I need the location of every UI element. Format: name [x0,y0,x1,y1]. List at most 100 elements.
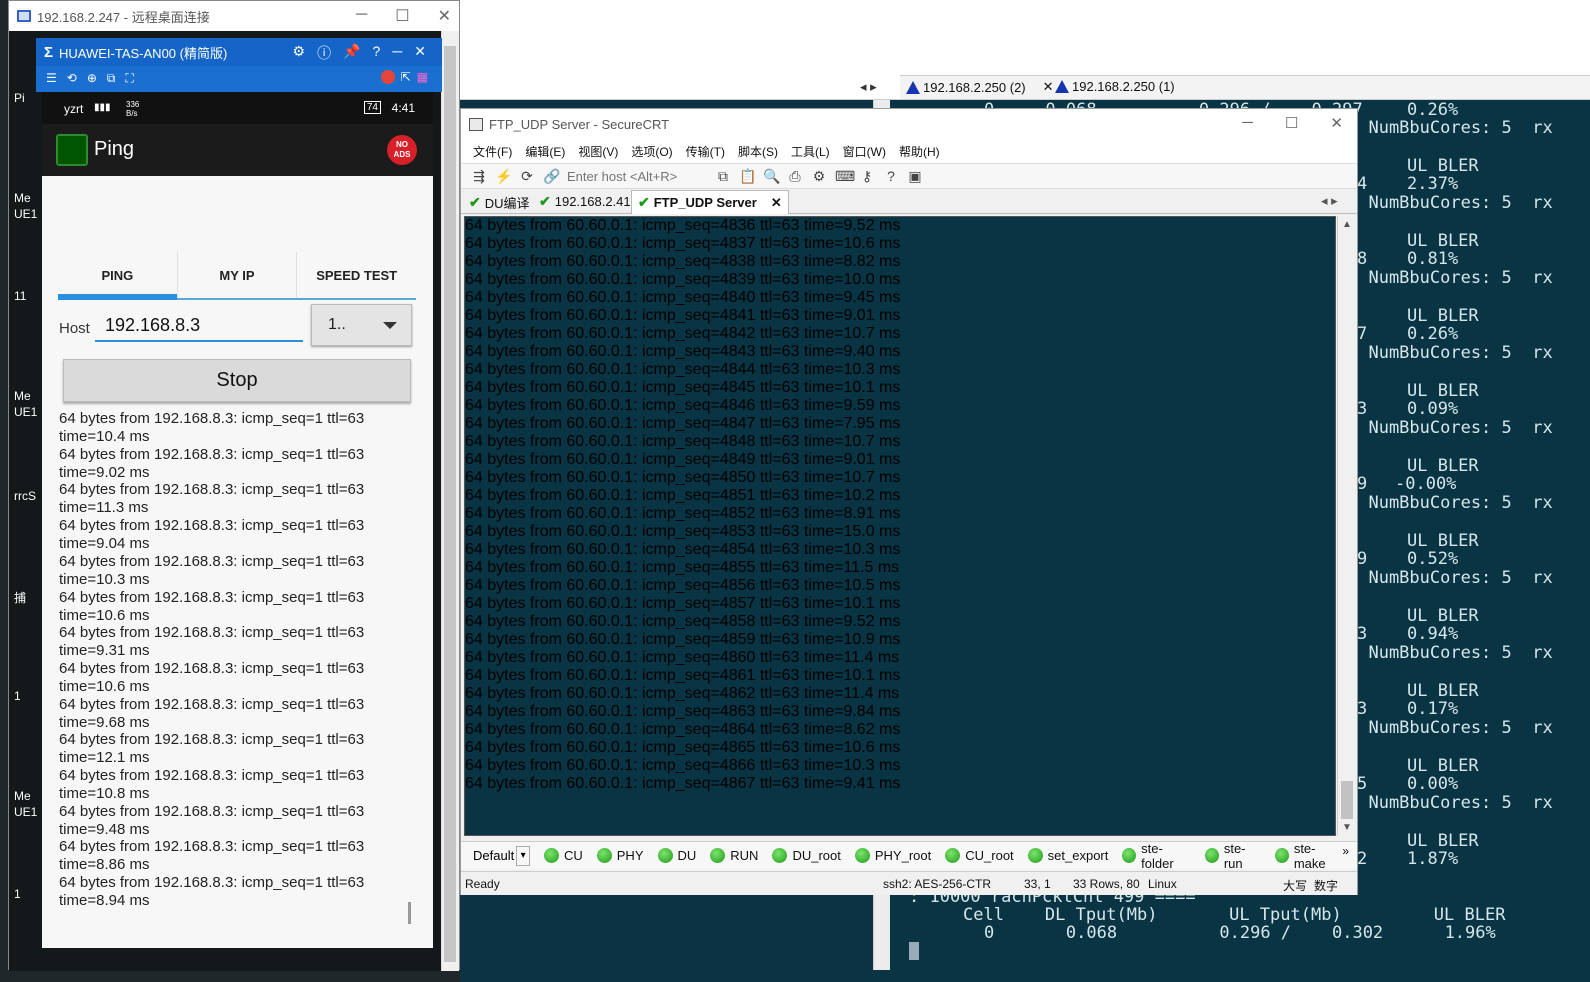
rdp-scroll-thumb[interactable] [444,46,456,962]
close-button[interactable]: ✕ [438,6,451,26]
button-bar-item[interactable]: ste-make [1275,841,1343,871]
button-bar-item[interactable]: DU_root [772,841,841,871]
session-tab-ftp-udp[interactable]: ✔ FTP_UDP Server ✕ [631,190,789,214]
settings-icon[interactable]: ⚙ [293,43,306,63]
menu-item[interactable]: 选项(O) [631,143,672,160]
connected-check-icon: ✔ [469,194,481,210]
print-icon[interactable]: ⎙ [787,168,803,184]
session-tab-ip[interactable]: ✔ 192.168.2.41 [539,193,631,210]
terminal-line: 64 bytes from 60.60.0.1: icmp_seq=4862 t… [465,685,900,702]
button-bar-item[interactable]: ste-run [1205,841,1261,871]
copy-icon[interactable]: ⧉ [715,168,731,184]
minimize-icon[interactable]: ─ [392,43,402,63]
host-label: Host [59,320,90,337]
button-bar-item[interactable]: ste-folder [1122,841,1191,871]
button-bar-item[interactable]: PHY [596,841,644,871]
minimize-button[interactable]: ─ [356,6,367,26]
mirror-titlebar: Σ HUAWEI-TAS-AN00 (精简版) ⚙ ⓘ 📌 ? ─ ✕ [36,38,442,66]
ping-line: 64 bytes from 192.168.8.3: icmp_seq=1 tt… [59,695,365,713]
quick-connect-icon[interactable]: ⚡ [495,168,512,184]
tab-nav-arrows[interactable]: ◂ ▸ [860,79,877,95]
menu-item[interactable]: 窗口(W) [843,143,886,160]
info-icon[interactable]: ⓘ [317,43,331,63]
list-item: 64 bytes from 192.168.8.3: icmp_seq=1 tt… [59,731,364,767]
tab-speed-test[interactable]: SPEED TEST [296,252,416,298]
ping-time: time=10.8 ms [59,785,150,802]
menu-item[interactable]: 编辑(E) [525,143,565,160]
close-icon[interactable]: ✕ [771,195,782,211]
find-icon[interactable]: 🔍 [763,168,780,184]
terminal-line: 64 bytes from 60.60.0.1: icmp_seq=4839 t… [465,271,901,288]
bg-tab-1[interactable]: 192.168.2.250 (2) ✕ [906,79,1054,95]
scroll-down-icon[interactable]: ▼ [1342,822,1352,833]
minimize-button[interactable]: ─ [1242,114,1253,132]
connect-icon[interactable]: ⇶ [471,168,487,184]
button-bar-item[interactable]: RUN [710,841,758,871]
background-tab-strip: ◂ ▸ 192.168.2.250 (2) ✕ 192.168.2.250 (1) [860,75,1590,99]
close-button[interactable]: ✕ [1330,114,1343,132]
stop-button[interactable]: Stop [63,359,411,402]
button-bar-label: CU [563,848,583,863]
scroll-up-icon[interactable]: ▲ [1342,219,1352,230]
maximize-button[interactable]: ☐ [1285,114,1298,132]
fullscreen-icon[interactable]: ⛶ [125,71,133,86]
terminal-scrollbar[interactable]: ▲ ▼ [1337,216,1356,836]
host-input[interactable] [95,310,303,342]
menu-item[interactable]: 脚本(S) [738,143,778,160]
menu-icon[interactable]: ☰ [46,71,57,86]
help-icon[interactable]: ? [373,43,381,63]
key-icon[interactable]: ⚷ [859,168,875,184]
ping-line: 64 bytes from 192.168.8.3: icmp_seq=1 tt… [59,802,365,820]
maximize-button[interactable]: ☐ [395,6,409,26]
cores-line: L NumBbuCores: 5 rx [1348,418,1553,438]
terminal-output[interactable]: 64 bytes from 60.60.0.1: icmp_seq=4836 t… [464,216,1336,836]
close-icon[interactable]: ✕ [414,43,426,63]
close-icon[interactable]: ✕ [1043,79,1054,95]
menu-item[interactable]: 帮助(H) [899,143,940,160]
ping-results-list[interactable]: 64 bytes from 192.168.8.3: icmp_seq=1 tt… [59,410,419,930]
button-bar-item[interactable]: DU [657,841,696,871]
share-icon[interactable]: ⇱ [401,70,411,84]
pin-icon[interactable]: 📌 [343,43,360,63]
ping-time: time=10.6 ms [59,677,150,695]
menu-item[interactable]: 视图(V) [578,143,618,160]
menu-item[interactable]: 传输(T) [686,143,725,160]
bler-value: 1.87% [1407,849,1459,869]
rotate-icon[interactable]: ⟲ [67,71,77,86]
bg-tab-2-label: 192.168.2.250 (1) [1072,79,1175,94]
zoom-icon[interactable]: ⊕ [87,71,97,86]
session-tab-du[interactable]: ✔ DU编译 [469,193,530,212]
ping-time: time=9.04 ms [59,535,150,553]
keymap-icon[interactable]: ⌨ [835,168,855,184]
app-logo-icon [56,134,88,166]
reconnect-icon[interactable]: ⟳ [519,168,535,184]
list-item: 64 bytes from 192.168.8.3: icmp_seq=1 tt… [59,589,364,625]
help-icon[interactable]: ? [883,168,899,184]
bg-tab-2[interactable]: 192.168.2.250 (1) [1055,79,1175,94]
grid-icon[interactable]: ▦ [417,70,428,84]
rdp-scrollbar[interactable] [441,31,459,971]
screenshot-icon[interactable]: ⧉ [107,71,116,86]
tab-ping[interactable]: PING [58,252,177,298]
button-bar-item[interactable]: set_export [1027,841,1108,871]
button-bar-item[interactable]: PHY_root [854,841,931,871]
more-buttons-icon[interactable]: » [1342,844,1349,858]
button-bar-item[interactable]: CU_root [945,841,1014,871]
link-icon[interactable]: 🔗 [543,168,560,184]
menu-item[interactable]: 文件(F) [473,143,512,160]
menu-item[interactable]: 工具(L) [791,143,830,160]
options-icon[interactable]: ▣ [907,168,923,184]
mute-icon[interactable] [380,70,395,84]
count-dropdown[interactable]: 1.. [311,304,412,346]
settings-icon[interactable]: ⚙ [811,168,827,184]
paste-icon[interactable]: 📋 [739,168,756,184]
tab-my-ip[interactable]: MY IP [176,252,297,298]
tab-scroll-arrows[interactable]: ◂ ▸ [1321,193,1338,209]
button-bar-item[interactable]: CU [543,841,583,871]
terminal-scroll-thumb[interactable] [1341,781,1353,819]
network-speed: 336 B/s [126,100,140,118]
button-bar-default[interactable]: Default [473,848,514,863]
no-ads-button[interactable]: NO ADS [387,135,417,165]
host-input[interactable] [567,167,707,185]
chevron-down-icon[interactable]: ▾ [516,845,530,866]
